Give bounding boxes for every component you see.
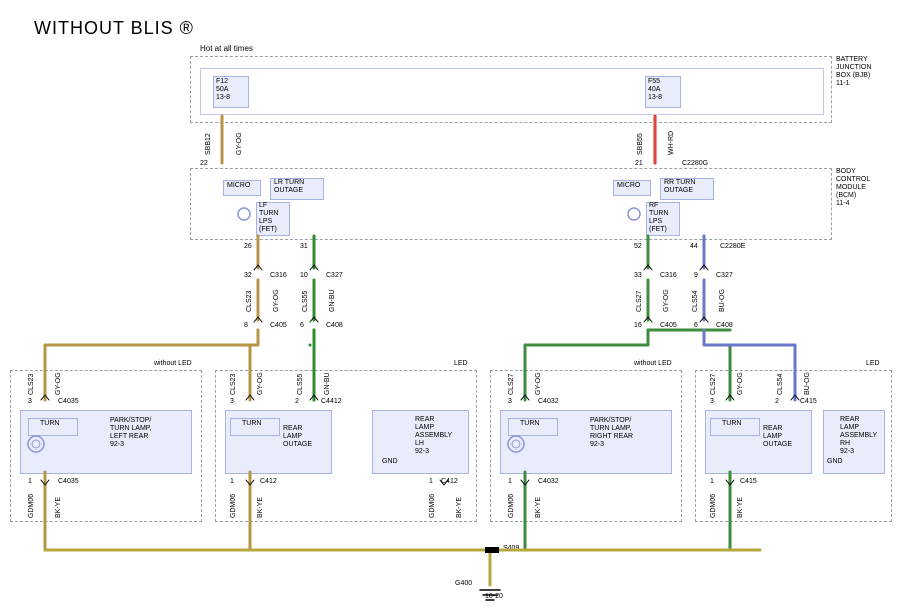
wiring-svg [0, 0, 908, 610]
wiring-diagram: WITHOUT BLIS ® Hot at all times BATTERYJ… [0, 0, 908, 610]
